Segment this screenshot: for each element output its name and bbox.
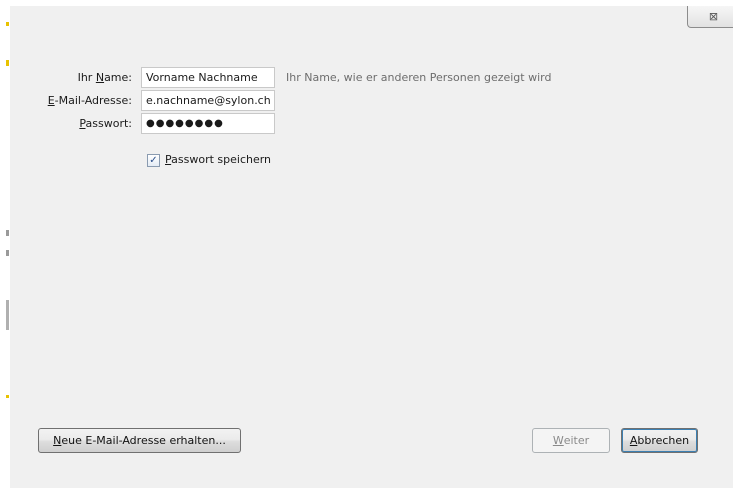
name-label: Ihr Name: <box>77 71 132 84</box>
name-hint: Ihr Name, wie er anderen Personen gezeig… <box>286 71 552 84</box>
remember-password-checkbox[interactable]: ✓ <box>147 154 160 167</box>
password-field[interactable]: ●●●●●●●● <box>141 113 275 134</box>
get-new-email-address-button[interactable]: Neue E-Mail-Adresse erhalten... <box>38 428 241 453</box>
name-field[interactable]: Vorname Nachname <box>141 67 275 88</box>
account-setup-dialog: ⊠ Ihr Name: Vorname Nachname Ihr Name, w… <box>10 6 733 488</box>
email-field[interactable]: e.nachname@sylon.ch <box>141 90 275 111</box>
close-button[interactable]: ⊠ <box>687 6 733 28</box>
close-icon: ⊠ <box>708 10 719 23</box>
continue-button[interactable]: Weiter <box>532 428 610 453</box>
remember-password-label[interactable]: Passwort speichern <box>165 150 271 170</box>
cancel-button[interactable]: Abbrechen <box>621 428 698 453</box>
check-icon: ✓ <box>149 155 158 166</box>
email-label: E-Mail-Adresse: <box>47 94 132 107</box>
password-label: Passwort: <box>79 117 132 130</box>
